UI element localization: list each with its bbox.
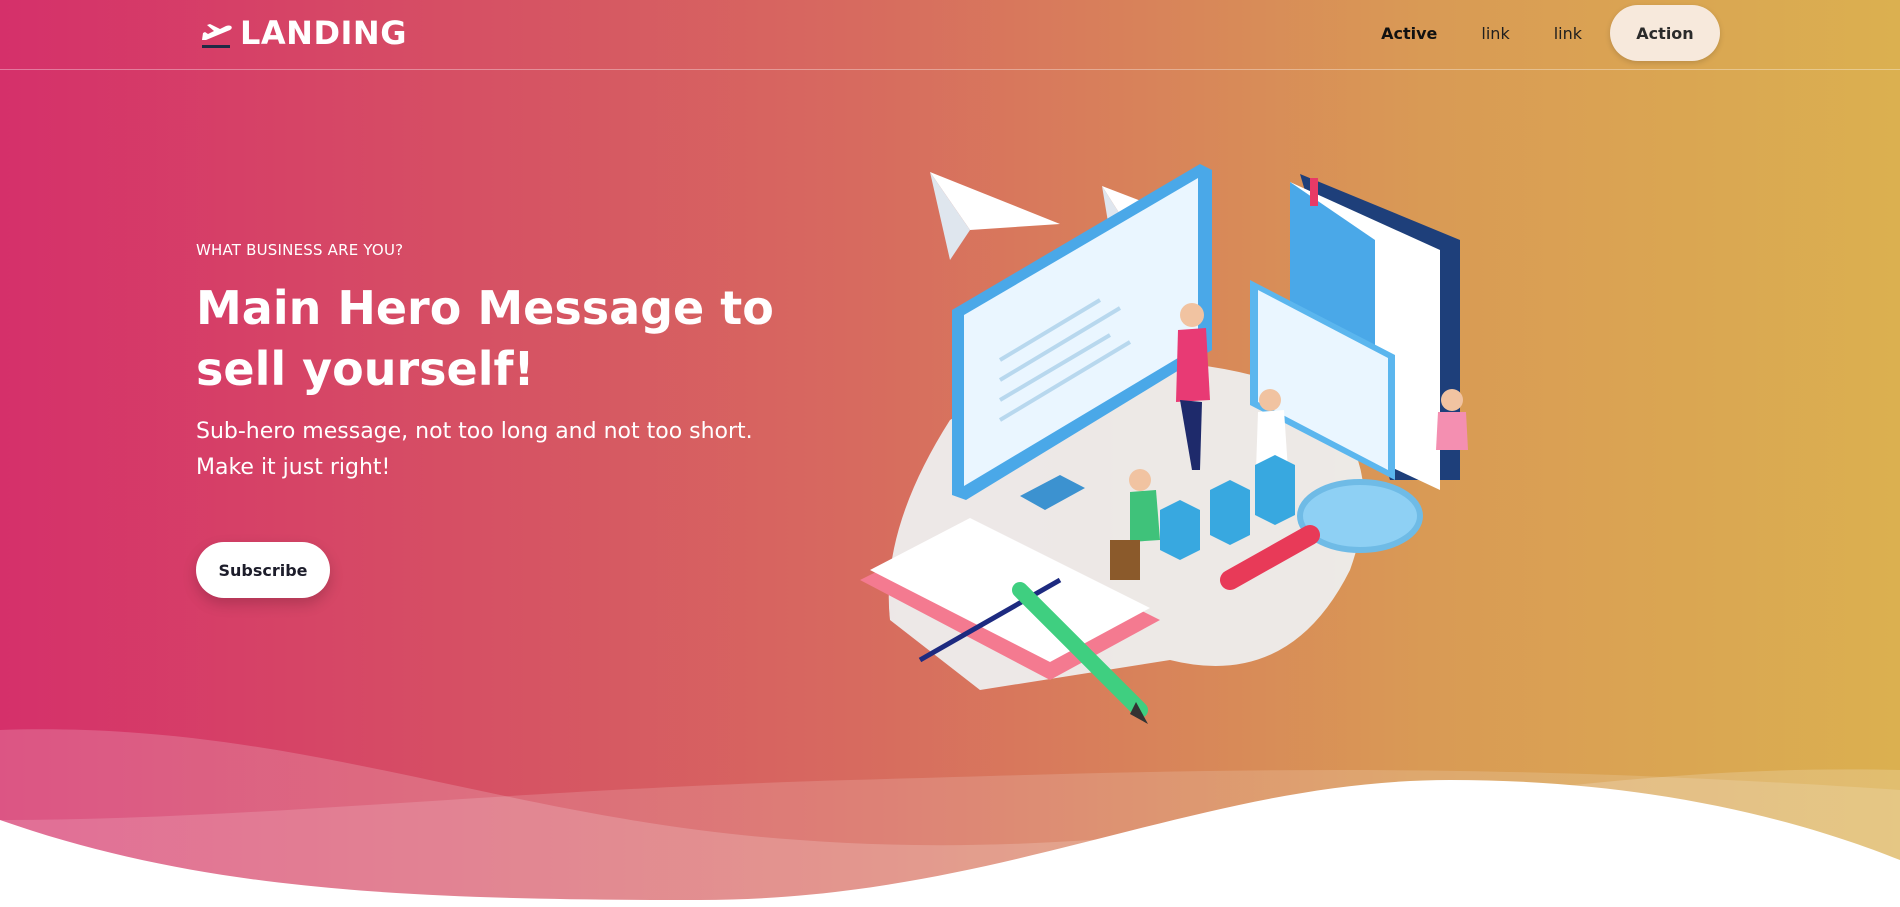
wave-divider [0,729,1900,907]
nav-link-2[interactable]: link [1532,24,1604,43]
paper-plane-icon [930,172,1060,260]
navbar: LANDING Active link link Action [0,0,1900,70]
logo-text: LANDING [240,14,407,52]
hero-subheadline: Sub-hero message, not too long and not t… [196,419,753,480]
plane-departure-icon [202,24,232,48]
hero-section: LANDING Active link link Action WHAT BUS… [0,0,1900,907]
nav-links: Active link link Action [1359,5,1720,61]
nav-link-active[interactable]: Active [1359,24,1459,43]
logo[interactable]: LANDING [200,14,407,52]
hero-illustration [860,164,1468,724]
action-button[interactable]: Action [1610,5,1720,61]
subscribe-button[interactable]: Subscribe [196,542,330,598]
nav-link-1[interactable]: link [1459,24,1531,43]
hero-headline: Main Hero Message to sell yourself! [196,281,774,396]
hero-eyebrow: WHAT BUSINESS ARE YOU? [196,241,404,259]
